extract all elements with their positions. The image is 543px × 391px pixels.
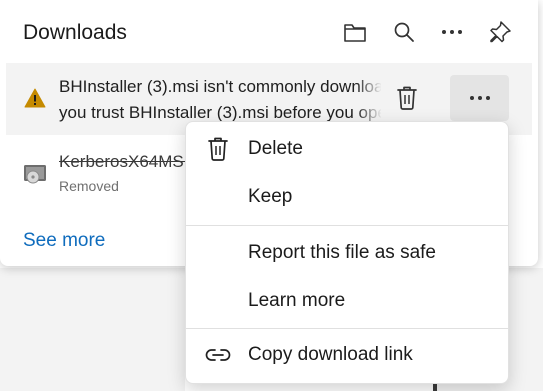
download-item-status: Removed — [59, 178, 119, 194]
download-context-menu: Delete Keep Report this file as safe Lea… — [185, 121, 509, 384]
installer-file-icon — [22, 162, 48, 186]
folder-icon[interactable] — [340, 17, 370, 47]
delete-download-button[interactable] — [392, 81, 422, 115]
menu-item-label: Report this file as safe — [248, 242, 436, 263]
menu-item-label: Delete — [248, 138, 303, 159]
more-options-icon — [469, 96, 490, 100]
trash-icon — [397, 86, 417, 110]
panel-title: Downloads — [23, 21, 127, 44]
menu-item-keep[interactable]: Keep — [186, 173, 508, 221]
search-icon[interactable] — [389, 17, 419, 47]
warning-icon — [24, 88, 46, 108]
menu-item-label: Copy download link — [248, 344, 413, 365]
trash-icon — [205, 136, 231, 162]
text-fade-overlay — [356, 74, 382, 126]
menu-divider — [186, 328, 508, 329]
download-more-actions-button[interactable] — [450, 75, 509, 121]
link-icon — [205, 342, 231, 368]
pin-icon[interactable] — [485, 17, 515, 47]
see-more-link[interactable]: See more — [23, 229, 105, 253]
warning-line-1: BHInstaller (3).msi isn't commonly downl… — [59, 77, 381, 96]
background-page-left — [0, 268, 185, 391]
menu-item-label: Learn more — [248, 290, 346, 311]
menu-item-delete[interactable]: Delete — [186, 125, 508, 173]
more-options-icon[interactable] — [437, 17, 467, 47]
menu-divider — [186, 225, 508, 226]
menu-item-label: Keep — [248, 186, 293, 207]
menu-item-copy-link[interactable]: Copy download link — [186, 331, 508, 379]
menu-item-report-safe[interactable]: Report this file as safe — [186, 229, 508, 277]
download-warning-message: BHInstaller (3).msi isn't commonly downl… — [59, 74, 381, 126]
menu-item-learn-more[interactable]: Learn more — [186, 277, 508, 325]
